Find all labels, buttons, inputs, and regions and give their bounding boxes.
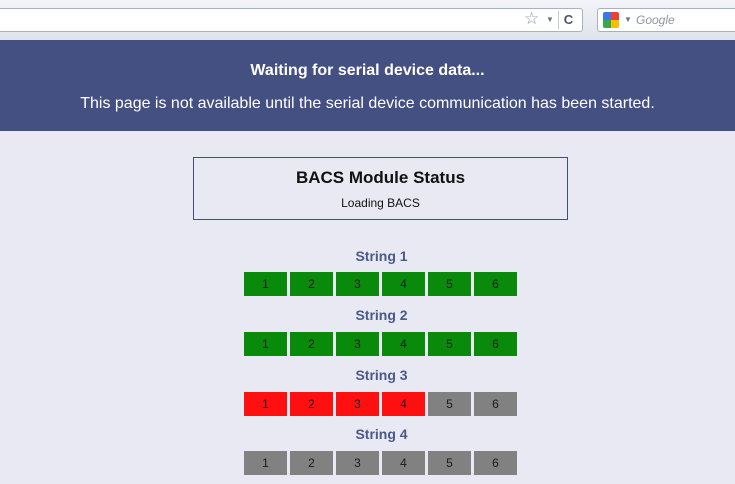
string-module-row: 123456 [244, 332, 524, 356]
search-placeholder: Google [636, 13, 675, 27]
module-cell[interactable]: 2 [290, 392, 333, 416]
module-cell[interactable]: 1 [244, 451, 287, 475]
browser-toolbar: ☆ ▼ C ▼ Google [0, 0, 735, 41]
module-cell[interactable]: 3 [336, 451, 379, 475]
module-cell[interactable]: 5 [428, 332, 471, 356]
module-cell[interactable]: 5 [428, 392, 471, 416]
module-cell[interactable]: 1 [244, 272, 287, 296]
chevron-down-icon[interactable]: ▼ [546, 12, 554, 28]
status-subtitle: Loading BACS [341, 196, 420, 210]
reload-icon[interactable]: C [558, 11, 578, 29]
module-cell[interactable]: 1 [244, 392, 287, 416]
string-module-row: 123456 [244, 451, 524, 475]
module-cell[interactable]: 3 [336, 392, 379, 416]
module-cell[interactable]: 3 [336, 272, 379, 296]
module-cell[interactable]: 2 [290, 451, 333, 475]
module-cell[interactable]: 2 [290, 272, 333, 296]
search-box[interactable]: ▼ Google [597, 8, 735, 32]
address-bar[interactable] [0, 8, 583, 32]
string-label: String 4 [355, 426, 408, 442]
string-module-row: 123456 [244, 272, 524, 296]
module-cell[interactable]: 6 [474, 272, 517, 296]
waiting-banner: Waiting for serial device data... This p… [0, 40, 735, 131]
module-cell[interactable]: 5 [428, 272, 471, 296]
string-label: String 1 [355, 248, 408, 264]
module-cell[interactable]: 4 [382, 451, 425, 475]
bacs-status-box: BACS Module Status Loading BACS [193, 157, 568, 220]
search-engine-dropdown-icon[interactable]: ▼ [624, 12, 632, 28]
banner-message: This page is not available until the ser… [80, 95, 655, 112]
module-cell[interactable]: 6 [474, 451, 517, 475]
google-icon[interactable] [603, 12, 619, 28]
string-label: String 2 [355, 307, 408, 323]
star-icon[interactable]: ☆ [524, 7, 539, 31]
module-cell[interactable]: 4 [382, 332, 425, 356]
module-cell[interactable]: 1 [244, 332, 287, 356]
status-title: BACS Module Status [295, 168, 466, 187]
module-cell[interactable]: 6 [474, 392, 517, 416]
module-cell[interactable]: 4 [382, 272, 425, 296]
module-cell[interactable]: 4 [382, 392, 425, 416]
string-label: String 3 [355, 367, 408, 383]
module-cell[interactable]: 5 [428, 451, 471, 475]
banner-title: Waiting for serial device data... [250, 62, 485, 79]
module-cell[interactable]: 3 [336, 332, 379, 356]
string-module-row: 123456 [244, 392, 524, 416]
module-cell[interactable]: 6 [474, 332, 517, 356]
module-cell[interactable]: 2 [290, 332, 333, 356]
